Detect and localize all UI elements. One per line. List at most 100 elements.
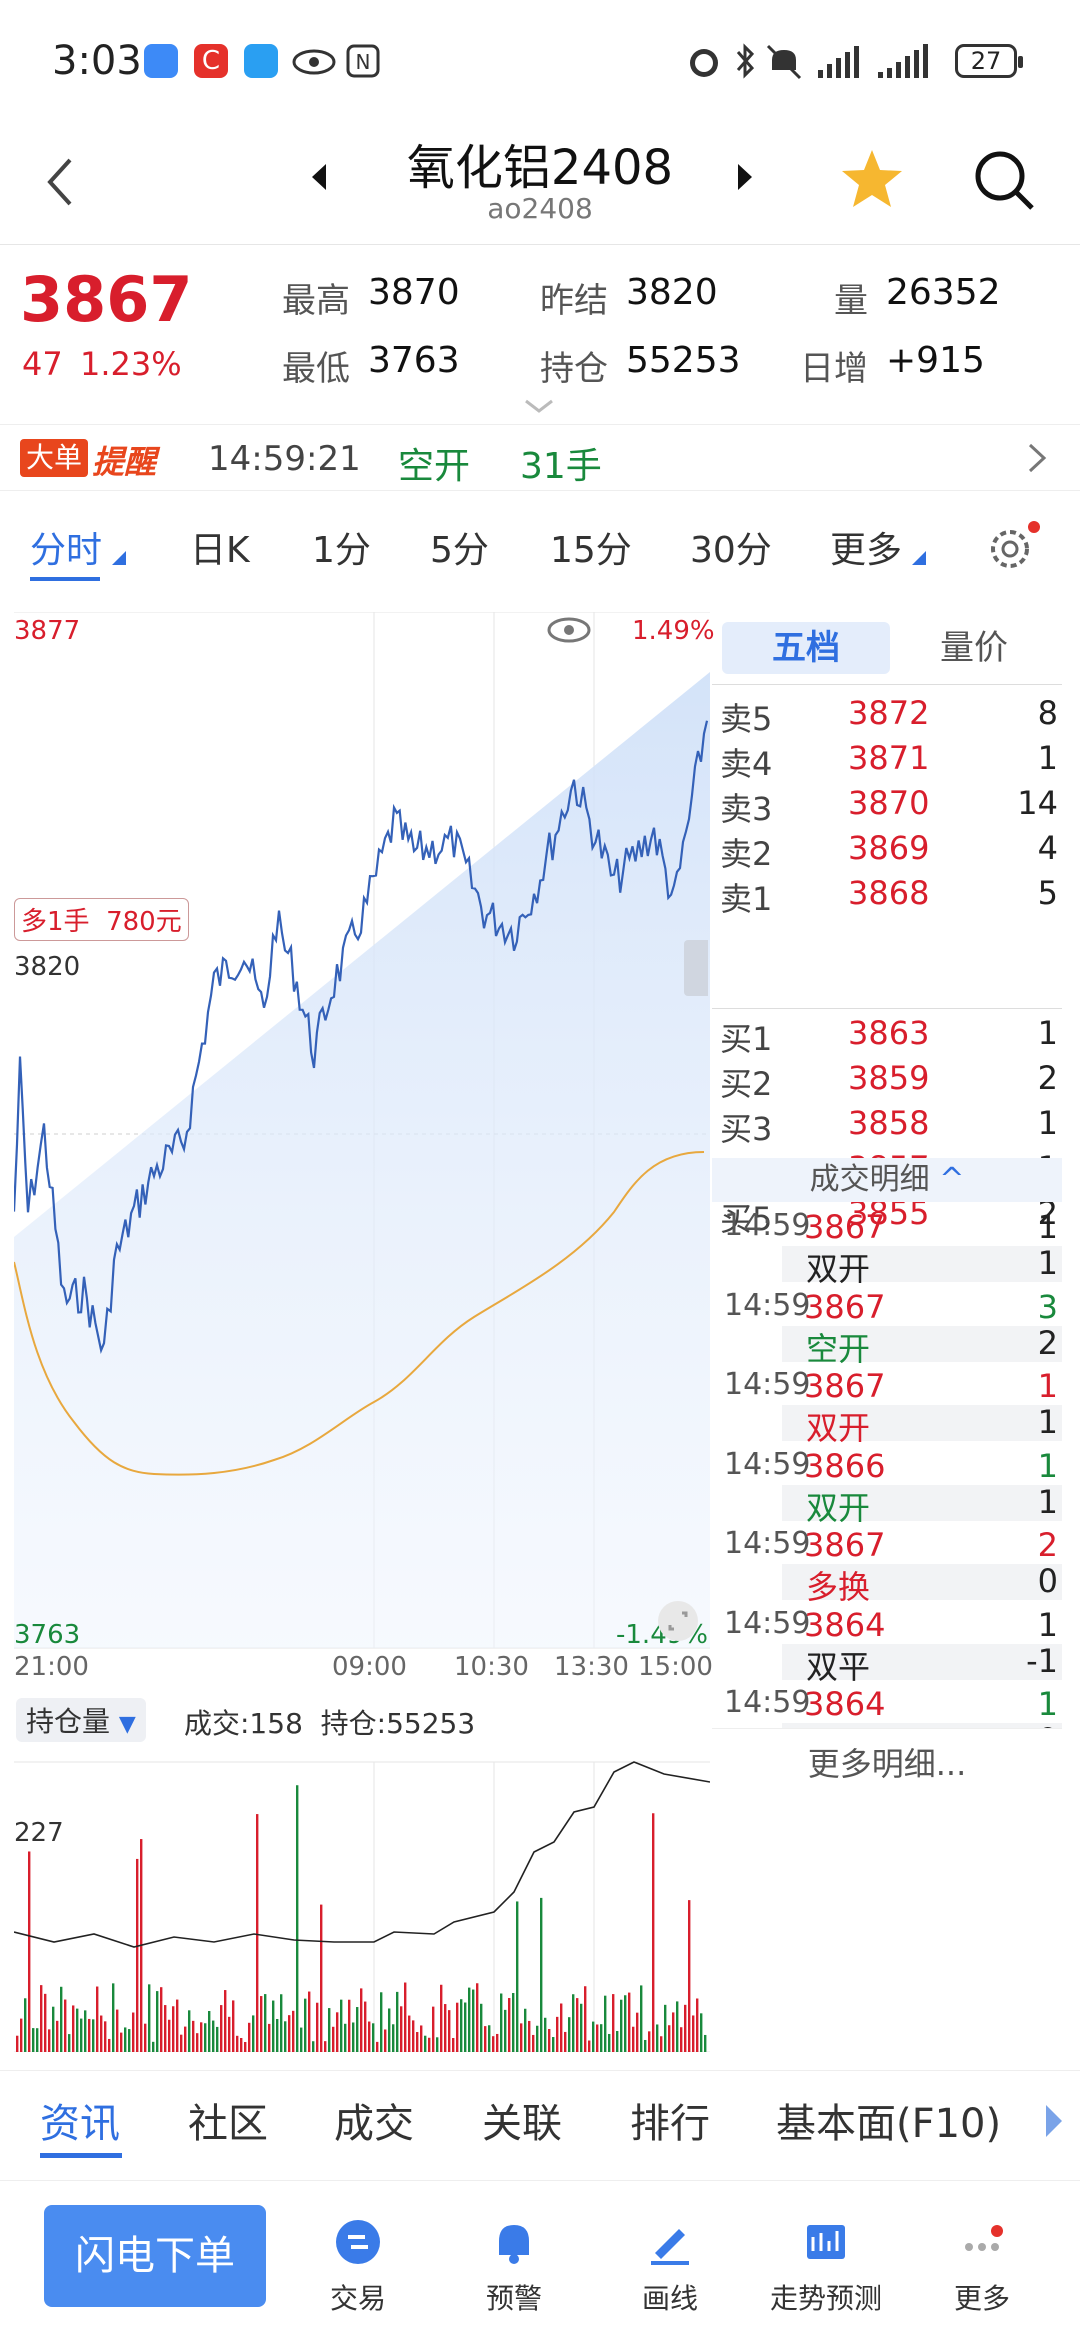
scroll-right-icon[interactable]: [1042, 2101, 1066, 2141]
volume-bar: [244, 2041, 247, 2052]
more-details-link[interactable]: 更多明细...: [712, 1728, 1062, 1798]
volume-bar: [280, 1994, 283, 2052]
volume-bar: [408, 2015, 411, 2052]
status-bar: 3:03 C N 27: [0, 0, 1080, 120]
tab-intraday[interactable]: 分时: [30, 521, 102, 573]
draw-line-button[interactable]: 画线: [610, 2217, 730, 2317]
volume-bar: [52, 2006, 55, 2052]
tab-1min[interactable]: 1分: [312, 521, 371, 573]
fullscreen-icon[interactable]: [654, 1597, 702, 1645]
settings-gear-icon[interactable]: [986, 519, 1042, 575]
volume-bar: [584, 1986, 587, 2052]
open-interest-value: 55253: [626, 340, 741, 381]
volume-bar: [212, 2020, 215, 2052]
big-order-alert[interactable]: 大单 提醒 14:59:21 空开 31手: [0, 425, 1080, 491]
next-contract-icon[interactable]: [734, 162, 756, 192]
position-tooltip[interactable]: 多1手 780元: [14, 898, 189, 941]
prev-settle-label: 昨结: [540, 281, 608, 321]
trend-forecast-button[interactable]: 走势预测: [766, 2217, 886, 2317]
volume-bar: [688, 1900, 691, 2052]
volume-bar: [264, 1994, 267, 2052]
trade-oi-change: 0: [1037, 1562, 1058, 1600]
tab-fundamentals[interactable]: 基本面(F10): [776, 2091, 1001, 2149]
expand-side-handle[interactable]: [684, 940, 708, 996]
header: 氧化铝2408 ao2408: [0, 120, 1080, 245]
pencil-icon: [651, 2229, 689, 2265]
tab-news[interactable]: 资讯: [40, 2091, 120, 2149]
alert-button[interactable]: 预警: [454, 2217, 574, 2317]
tab-5min[interactable]: 5分: [430, 521, 489, 573]
volume-bar: [700, 2013, 703, 2052]
volume-bar: [188, 2010, 191, 2052]
chevron-down-icon: ▼: [118, 1712, 136, 1737]
volume-bar: [460, 1999, 463, 2052]
tab-news-underline: [40, 2153, 122, 2158]
volume-bar: [272, 2000, 275, 2052]
trade-volume: 1: [1037, 1446, 1058, 1485]
volume-bar: [268, 2023, 271, 2052]
volume-bar: [40, 1985, 43, 2052]
tab-ranking[interactable]: 排行: [630, 2091, 710, 2149]
volume-bar: [276, 2018, 279, 2052]
volume-bar: [476, 1983, 479, 2052]
volume-bar: [260, 1996, 263, 2052]
volume-bar: [360, 1988, 363, 2052]
volume-bar: [180, 2034, 183, 2052]
tab-trades[interactable]: 成交: [334, 2091, 414, 2149]
tab-more[interactable]: 更多: [830, 521, 902, 573]
tab-daily-k[interactable]: 日K: [190, 521, 250, 573]
chart-app-icon: [144, 44, 178, 78]
eye-toggle-icon[interactable]: [546, 616, 592, 644]
volume-bar: [284, 2021, 287, 2052]
trade-icon: [336, 2220, 380, 2264]
volume-bar: [620, 1999, 623, 2052]
tab-related[interactable]: 关联: [482, 2091, 562, 2149]
trade-item: 14:59 3867 1 双开 1: [712, 1367, 1062, 1447]
volume-bar: [348, 1999, 351, 2052]
volume-bar: [456, 2002, 459, 2052]
tab-active-underline: [30, 577, 100, 581]
trade-time: 14:59: [724, 1526, 811, 1561]
volume-bar: [48, 2029, 51, 2052]
sub-indicator-selector[interactable]: 持仓量 ▼: [16, 1698, 146, 1742]
tab-30min[interactable]: 30分: [690, 521, 772, 573]
sub-indicator-label: 持仓量: [26, 1705, 111, 1738]
volume-bar: [236, 2035, 239, 2052]
trade-price: 3867: [804, 1208, 886, 1246]
tab-15min[interactable]: 15分: [550, 521, 632, 573]
volume-bar: [636, 2012, 639, 2052]
trade-time: 14:59: [724, 1208, 811, 1243]
trade-type: 双开: [806, 1488, 871, 1527]
volume-bar: [512, 1993, 515, 2052]
daily-increase-label: 日增: [800, 349, 868, 389]
volume-bar: [696, 1998, 699, 2052]
volume-bar: [656, 2024, 659, 2052]
volume-bar: [420, 2025, 423, 2052]
volume-bar: [556, 2016, 559, 2052]
time-label-0900: 09:00: [332, 1652, 407, 1682]
trade-label: 交易: [329, 2282, 386, 2315]
more-button[interactable]: 更多: [922, 2217, 1042, 2317]
volume-bar: [148, 1984, 151, 2052]
trade-button[interactable]: 交易: [298, 2217, 418, 2317]
volume-bar: [524, 2008, 527, 2052]
trade-oi-change: 1: [1037, 1482, 1058, 1521]
quick-order-button[interactable]: 闪电下单: [44, 2205, 266, 2307]
expand-chevron-icon[interactable]: [522, 397, 556, 415]
time-label-start: 21:00: [14, 1652, 89, 1682]
tab-community[interactable]: 社区: [188, 2091, 268, 2149]
more-label: 更多: [953, 2282, 1010, 2315]
price-change: 47: [22, 345, 63, 383]
trade-type: 双平: [806, 1647, 871, 1686]
volume-bar: [20, 2018, 23, 2052]
volume-bar: [496, 2033, 499, 2052]
search-icon[interactable]: [972, 148, 1036, 212]
trade-item: 14:59 3867 1 双开 1: [712, 1208, 1062, 1288]
volume-bar: [184, 2026, 187, 2052]
trade-item: 14:59 3866 1 双开 1: [712, 1446, 1062, 1527]
trade-time: 14:59: [724, 1367, 811, 1402]
trade-type: 空换: [806, 1721, 870, 1728]
favorite-star-icon[interactable]: [838, 146, 906, 212]
volume-bar: [128, 2029, 131, 2052]
prev-settle-value: 3820: [626, 272, 718, 313]
